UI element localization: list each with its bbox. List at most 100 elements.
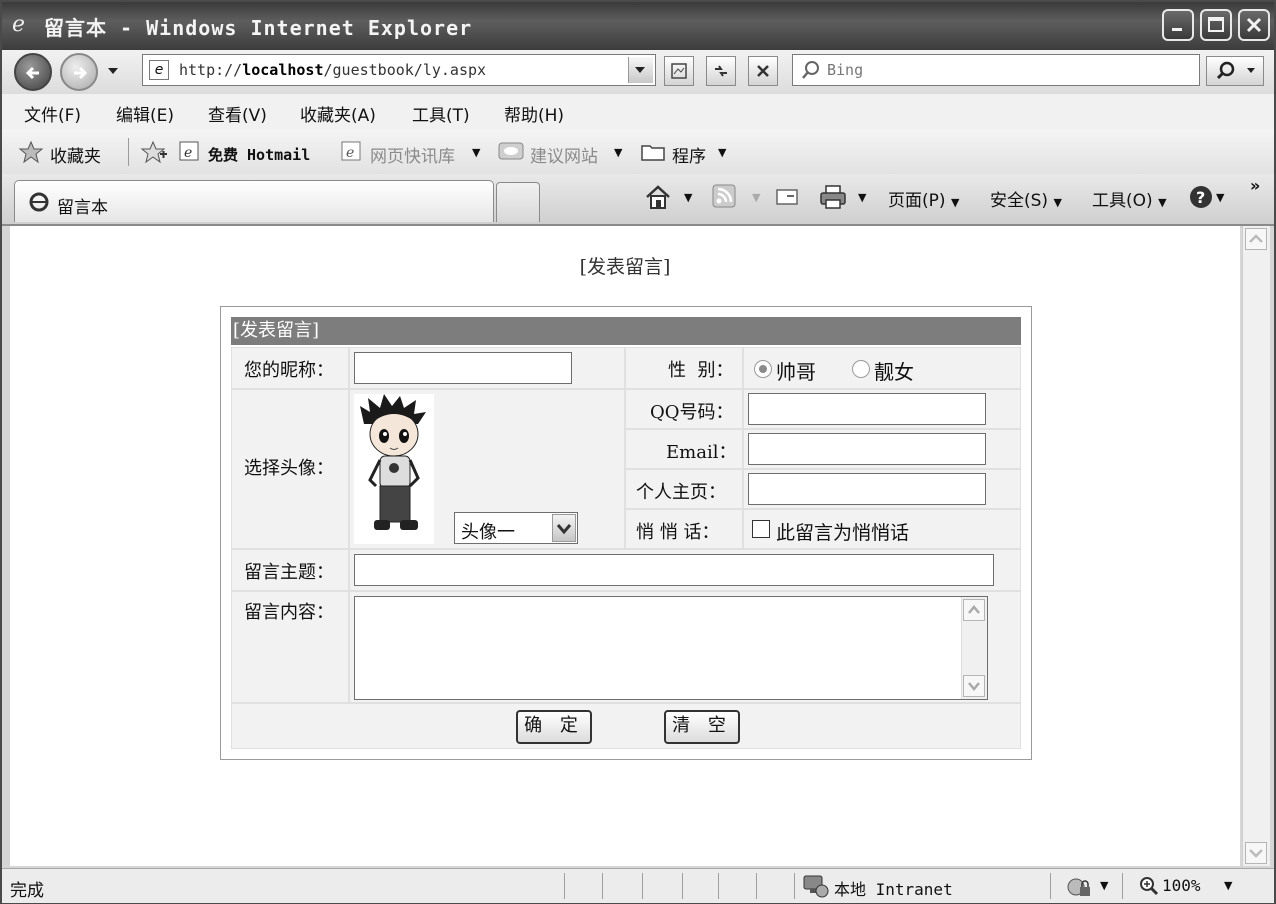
svg-text:e: e [346,145,354,161]
separator [794,873,795,899]
protected-dropdown-icon[interactable]: ▼ [1100,879,1108,892]
menu-edit[interactable]: 编辑(E) [116,101,174,126]
chevron-more-icon[interactable]: » [1250,176,1260,195]
chevron-down-icon[interactable] [963,675,985,697]
nickname-input-cell [349,347,625,389]
zone-label: 本地 Intranet [834,880,953,899]
email-input[interactable] [748,433,986,465]
close-button[interactable] [1238,9,1270,41]
page-menu[interactable]: 页面(P) ▼ [888,186,959,211]
gender-radio-female[interactable] [852,360,870,378]
search-input[interactable]: Bing [792,54,1200,86]
minimize-button[interactable] [1162,9,1194,41]
mail-icon[interactable] [774,184,800,208]
url-text: http://localhost/guestbook/ly.aspx [179,61,487,79]
recent-pages-dropdown-icon[interactable] [106,64,120,78]
webslice-gallery-link[interactable]: 网页快讯库 [370,142,455,167]
help-icon[interactable]: ? [1188,184,1214,210]
qq-input[interactable] [748,393,986,425]
zoom-level[interactable]: 100% [1162,876,1201,895]
refresh-button[interactable] [706,56,736,86]
subject-input[interactable] [354,554,994,586]
programs-dropdown-icon[interactable]: ▼ [718,146,726,159]
whisper-checkbox[interactable] [752,520,770,538]
address-bar-row: e http://localhost/guestbook/ly.aspx Bin… [2,50,1274,94]
separator [1050,873,1051,899]
compat-view-button[interactable] [664,56,694,86]
webslice-dropdown-icon[interactable]: ▼ [472,146,480,159]
search-magnifier-icon [802,61,819,79]
clear-button[interactable]: 清 空 [664,710,740,744]
menu-view[interactable]: 查看(V) [208,101,267,126]
email-label-cell: Email： [625,429,743,469]
help-dropdown-icon[interactable]: ▼ [1216,186,1224,206]
whisper-label-cell: 悄 悄 话： [625,509,743,549]
favorites-star-icon [18,140,44,164]
forward-button[interactable] [60,53,98,91]
home-dropdown-icon[interactable]: ▼ [684,186,692,206]
tab-ie-icon [29,192,49,212]
favorites-button[interactable]: 收藏夹 [50,142,101,167]
suggested-sites-link[interactable]: 建议网站 [530,142,598,167]
status-text: 完成 [10,881,44,901]
zoom-icon[interactable] [1138,875,1160,897]
tab-guestbook[interactable]: 留言本 [14,180,494,222]
qq-label-cell: QQ号码： [625,389,743,429]
separator [602,873,603,899]
svg-text:e: e [184,145,192,161]
folder-icon [641,145,665,161]
chevron-down-icon[interactable] [552,514,576,542]
menu-help[interactable]: 帮助(H) [504,101,564,126]
tools-menu[interactable]: 工具(O) ▼ [1092,186,1167,211]
maximize-button[interactable] [1200,9,1232,41]
status-bar: 完成 本地 Intranet ▼ 100% ▼ [2,868,1274,903]
zoom-dropdown-icon[interactable]: ▼ [1224,879,1232,892]
menu-favorites[interactable]: 收藏夹(A) [300,101,376,126]
search-button[interactable] [1206,56,1264,86]
subject-label-cell: 留言主题： [231,549,349,591]
feeds-dropdown-icon[interactable]: ▼ [752,186,760,206]
separator [682,873,683,899]
avatar-select-value: 头像一 [461,522,515,543]
submit-button[interactable]: 确 定 [516,710,592,744]
print-icon[interactable] [818,184,848,210]
new-tab-button[interactable] [496,182,540,222]
email-label: Email： [666,442,737,463]
avatar-select[interactable]: 头像一 [454,512,578,544]
intranet-zone-icon [803,875,829,898]
safety-menu[interactable]: 安全(S) ▼ [990,186,1062,211]
add-favorites-icon[interactable] [140,140,168,164]
address-input[interactable]: e http://localhost/guestbook/ly.aspx [142,54,656,86]
menu-file[interactable]: 文件(F) [24,101,81,126]
homepage-input[interactable] [748,473,986,505]
content-textarea[interactable] [354,596,988,700]
feeds-icon[interactable] [712,184,736,208]
suggested-dropdown-icon[interactable]: ▼ [614,146,622,159]
avatar-image [354,394,434,544]
chevron-down-icon[interactable] [1245,842,1267,864]
chevron-up-icon[interactable] [1245,228,1267,250]
gender-label: 性 别： [668,360,734,381]
home-icon[interactable] [644,184,672,210]
back-button[interactable] [14,53,52,91]
separator [642,873,643,899]
address-dropdown-icon[interactable] [628,57,653,83]
content-label: 留言内容： [244,602,334,623]
hotmail-link[interactable]: 免费 Hotmail [208,144,310,165]
page-scrollbar[interactable] [1242,226,1270,866]
gender-option-male: 帅哥 [776,360,816,384]
qq-label: QQ号码： [650,402,734,423]
homepage-label-cell: 个人主页： [625,469,743,509]
menu-tools[interactable]: 工具(T) [412,101,470,126]
suggested-sites-icon [498,142,524,160]
nickname-label-cell: 您的昵称： [231,347,349,389]
stop-button[interactable] [748,56,778,86]
whisper-checkbox-label: 此留言为悄悄话 [776,522,910,544]
gender-radio-male[interactable] [754,360,772,378]
print-dropdown-icon[interactable]: ▼ [858,186,866,206]
chevron-up-icon[interactable] [963,599,985,621]
protected-mode-icon[interactable] [1066,875,1094,899]
textarea-scrollbar[interactable] [961,597,987,699]
nickname-input[interactable] [354,352,572,384]
programs-folder[interactable]: 程序 [672,142,706,167]
